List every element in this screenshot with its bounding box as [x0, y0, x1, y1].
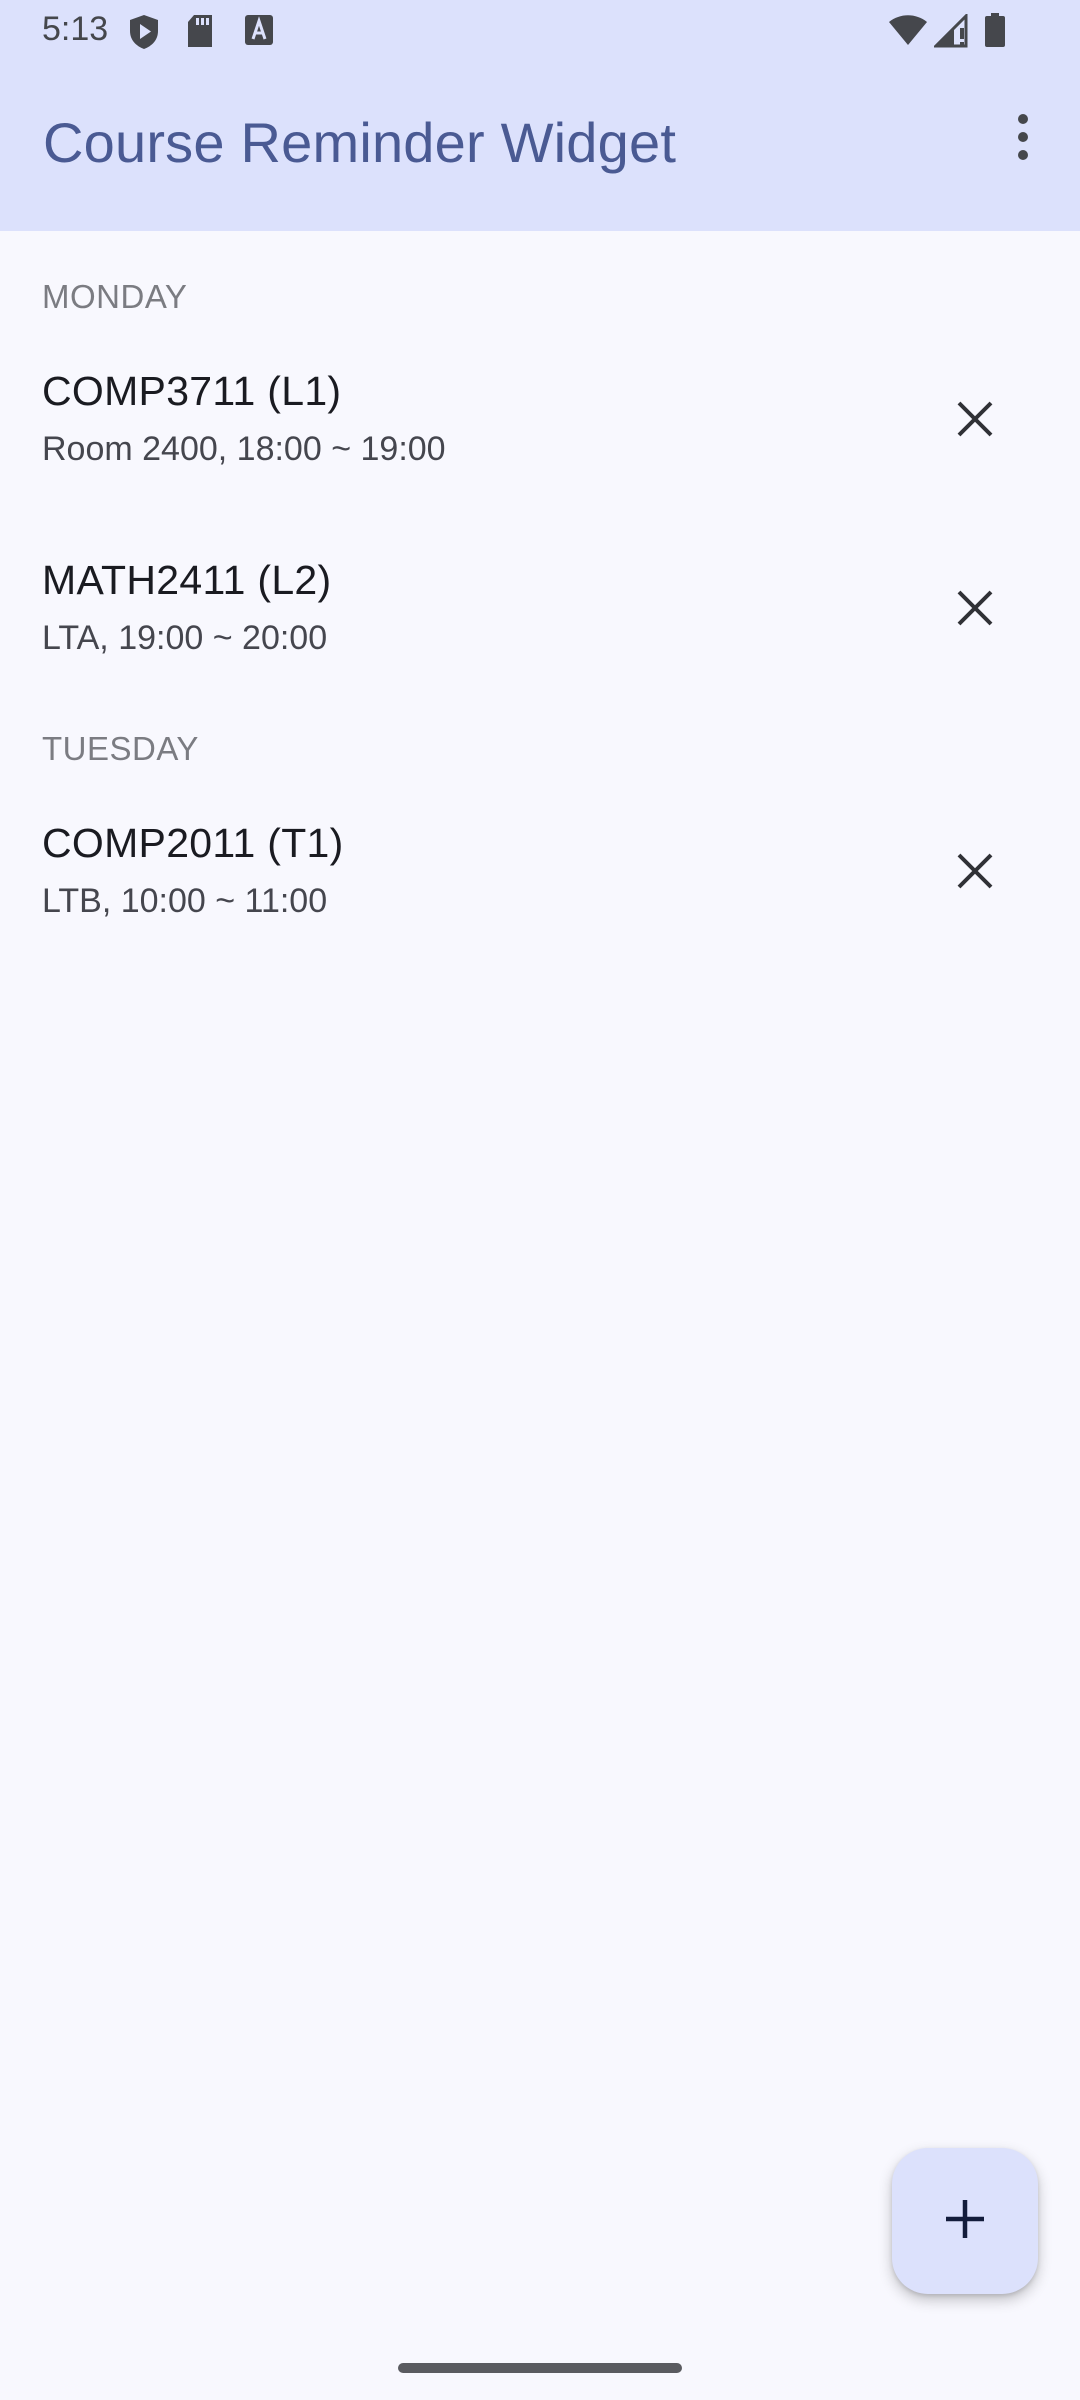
delete-course-button[interactable]	[935, 381, 1015, 461]
course-detail: LTB, 10:00 ~ 11:00	[42, 882, 328, 920]
close-icon	[955, 588, 995, 633]
day-header-monday: MONDAY	[42, 278, 188, 315]
delete-course-button[interactable]	[935, 570, 1015, 650]
wifi-icon	[888, 14, 928, 51]
more-options-button[interactable]	[988, 104, 1058, 174]
list-item[interactable]: MATH2411 (L2) LTA, 19:00 ~ 20:00	[0, 557, 1080, 707]
course-detail: Room 2400, 18:00 ~ 19:00	[42, 430, 446, 468]
status-time: 5:13	[42, 10, 109, 48]
more-vert-icon	[1015, 113, 1031, 166]
add-course-button[interactable]	[892, 2148, 1038, 2294]
status-bar: 5:13	[0, 0, 1080, 62]
close-icon	[955, 399, 995, 444]
course-title: COMP2011 (T1)	[42, 820, 344, 866]
battery-icon	[984, 12, 1006, 53]
course-detail: LTA, 19:00 ~ 20:00	[42, 619, 328, 657]
close-icon	[955, 851, 995, 896]
plus-icon	[943, 2197, 987, 2246]
signal-icon	[932, 12, 968, 53]
sd-card-icon	[186, 14, 214, 53]
app-title: Course Reminder Widget	[43, 111, 677, 174]
day-header-tuesday: TUESDAY	[42, 730, 199, 767]
gesture-nav-handle[interactable]	[398, 2363, 682, 2373]
delete-course-button[interactable]	[935, 833, 1015, 913]
list-item[interactable]: COMP2011 (T1) LTB, 10:00 ~ 11:00	[0, 820, 1080, 970]
app-bar: Course Reminder Widget	[0, 62, 1080, 231]
course-title: MATH2411 (L2)	[42, 557, 332, 603]
course-title: COMP3711 (L1)	[42, 368, 342, 414]
text-a-icon	[244, 14, 274, 51]
shield-play-icon	[128, 14, 160, 55]
list-item[interactable]: COMP3711 (L1) Room 2400, 18:00 ~ 19:00	[0, 368, 1080, 518]
